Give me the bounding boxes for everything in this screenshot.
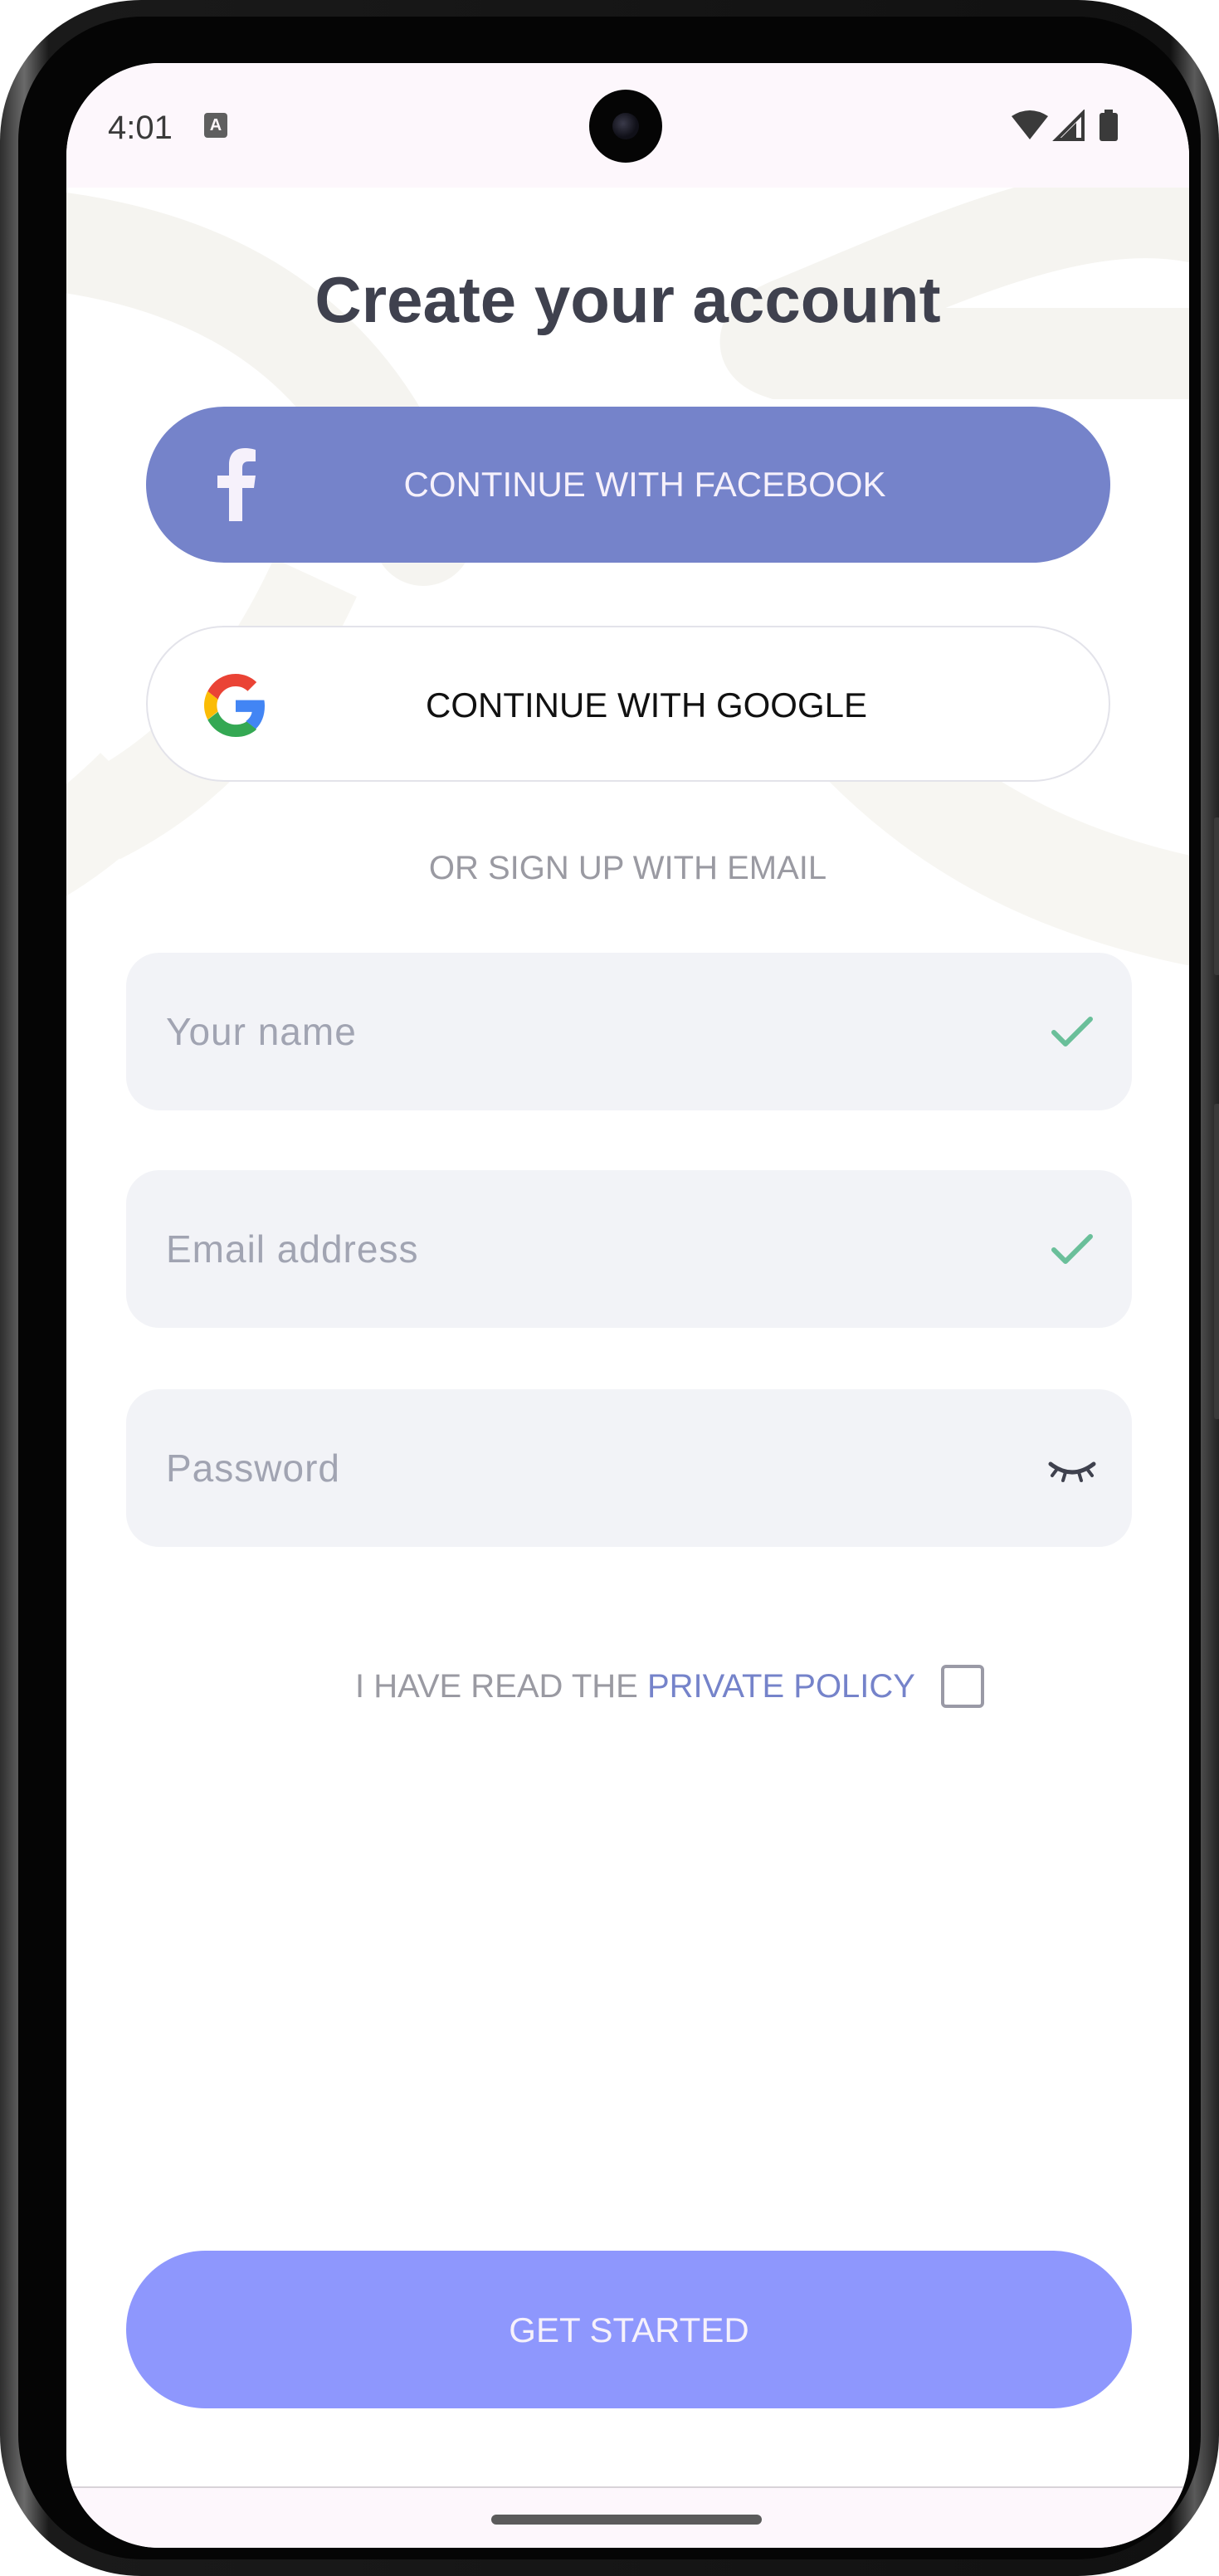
front-camera — [589, 90, 662, 163]
privacy-policy-row: I HAVE READ THE PRIVATE POLICY — [66, 1665, 1189, 1715]
signal-icon — [1052, 110, 1085, 141]
continue-with-facebook-button[interactable]: CONTINUE WITH FACEBOOK — [146, 407, 1110, 563]
screen: 4:01 A Create your account CONTINUE WITH… — [66, 63, 1189, 2548]
wifi-icon — [1012, 110, 1048, 139]
eye-closed-icon[interactable] — [1047, 1447, 1097, 1489]
check-icon — [1051, 1017, 1093, 1046]
facebook-button-label: CONTINUE WITH FACEBOOK — [403, 465, 886, 504]
check-icon — [1051, 1234, 1093, 1264]
google-button-label: CONTINUE WITH GOOGLE — [425, 685, 867, 724]
volume-button — [1214, 817, 1219, 975]
phone-bezel: 4:01 A Create your account CONTINUE WITH… — [18, 17, 1201, 2559]
status-bar: 4:01 A — [66, 63, 1189, 188]
policy-prefix: I HAVE READ THE — [355, 1668, 647, 1705]
password-input[interactable] — [166, 1389, 996, 1547]
name-input[interactable] — [166, 953, 996, 1110]
status-icons — [1010, 110, 1126, 143]
email-input[interactable] — [166, 1170, 996, 1328]
name-field-container — [126, 953, 1132, 1110]
status-time: 4:01 — [108, 110, 173, 146]
power-button — [1214, 1104, 1219, 1419]
get-started-label: GET STARTED — [509, 2310, 749, 2349]
phone-frame: 4:01 A Create your account CONTINUE WITH… — [0, 0, 1219, 2576]
get-started-button[interactable]: GET STARTED — [126, 2251, 1132, 2408]
password-field-container — [126, 1389, 1132, 1547]
a-badge-icon: A — [204, 113, 227, 138]
continue-with-google-button[interactable]: CONTINUE WITH GOOGLE — [146, 626, 1110, 782]
page-title: Create your account — [315, 263, 941, 336]
policy-text: I HAVE READ THE PRIVATE POLICY — [355, 1668, 915, 1705]
navigation-bar — [66, 2486, 1189, 2548]
privacy-policy-link[interactable]: PRIVATE POLICY — [647, 1668, 915, 1705]
privacy-policy-checkbox[interactable] — [941, 1665, 984, 1708]
email-field-container — [126, 1170, 1132, 1328]
email-signup-divider: OR SIGN UP WITH EMAIL — [428, 850, 827, 886]
battery-icon — [1100, 110, 1118, 141]
home-indicator[interactable] — [491, 2515, 762, 2525]
